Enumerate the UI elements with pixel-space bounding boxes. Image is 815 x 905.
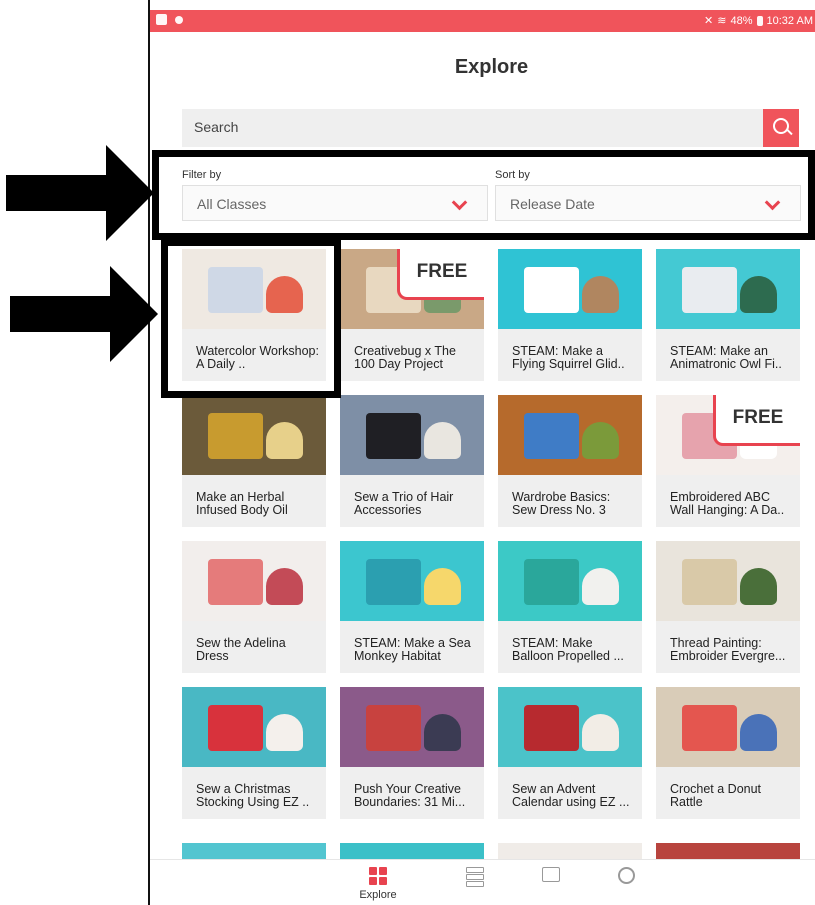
free-badge-label: FREE: [732, 407, 784, 428]
class-title: Thread Painting: Embroider Evergre...: [670, 636, 786, 663]
class-card[interactable]: Make an Herbal Infused Body Oil: [182, 395, 326, 527]
class-thumbnail: [182, 541, 326, 621]
annotation-arrow-icon: [10, 266, 158, 362]
class-thumbnail: [498, 541, 642, 621]
battery-level: 48%: [730, 14, 753, 27]
class-title: Wardrobe Basics: Sew Dress No. 3: [512, 490, 611, 517]
tab-settings[interactable]: [612, 867, 642, 885]
app-notification-icon: [175, 16, 183, 24]
clock: 10:32 AM: [766, 14, 813, 27]
class-card[interactable]: STEAM: Make an Animatronic Owl Fi..: [656, 249, 800, 381]
free-badge-label: FREE: [416, 261, 468, 282]
class-thumbnail: FREE: [340, 249, 484, 329]
class-card[interactable]: FREE Creativebug x The 100 Day Project: [340, 249, 484, 381]
tab-library[interactable]: [460, 867, 490, 887]
tab-explore[interactable]: Explore: [356, 867, 400, 901]
class-card[interactable]: Crochet a Donut Rattle: [656, 687, 800, 819]
class-title: STEAM: Make an Animatronic Owl Fi..: [670, 344, 782, 371]
class-thumbnail: [656, 687, 800, 767]
class-thumbnail: FREE: [656, 395, 800, 475]
bottom-tab-bar: Explore: [150, 859, 815, 905]
gallery-notification-icon: [156, 14, 167, 25]
next-row-peek: [182, 843, 802, 859]
search-bar[interactable]: Search: [182, 109, 799, 147]
class-thumbnail: [498, 687, 642, 767]
class-title: STEAM: Make a Flying Squirrel Glid..: [512, 344, 625, 371]
class-thumbnail: [656, 249, 800, 329]
class-title: Sew a Christmas Stocking Using EZ ..: [196, 782, 310, 809]
class-thumbnail: [182, 395, 326, 475]
class-card[interactable]: Sew an Advent Calendar using EZ ...: [498, 687, 642, 819]
status-bar: ✕ ≋ 48% 10:32 AM: [150, 10, 815, 32]
class-thumbnail: [340, 395, 484, 475]
mute-icon: ✕: [704, 15, 714, 27]
page-title: Explore: [454, 56, 529, 78]
class-card[interactable]: Sew a Christmas Stocking Using EZ ..: [182, 687, 326, 819]
class-title: Crochet a Donut Rattle: [670, 782, 762, 809]
class-thumbnail: [340, 541, 484, 621]
gear-icon: [618, 867, 635, 884]
class-card[interactable]: Thread Painting: Embroider Evergre...: [656, 541, 800, 673]
tab-explore-label: Explore: [359, 889, 397, 901]
library-stack-icon: [466, 867, 484, 887]
class-thumbnail: [498, 395, 642, 475]
tab-certificates[interactable]: [536, 867, 566, 885]
class-card[interactable]: Sew the Adelina Dress: [182, 541, 326, 673]
wifi-icon: ≋: [717, 15, 727, 27]
class-title: STEAM: Make Balloon Propelled ...: [512, 636, 624, 663]
class-card[interactable]: Wardrobe Basics: Sew Dress No. 3: [498, 395, 642, 527]
free-badge: FREE: [397, 249, 484, 300]
search-icon: [773, 118, 789, 134]
class-thumbnail: [182, 687, 326, 767]
free-badge: FREE: [713, 395, 800, 446]
tablet-screen: ✕ ≋ 48% 10:32 AM Explore Search Filter b…: [148, 0, 815, 905]
class-card[interactable]: Push Your Creative Boundaries: 31 Mi...: [340, 687, 484, 819]
class-title: Push Your Creative Boundaries: 31 Mi...: [354, 782, 466, 809]
class-title: STEAM: Make a Sea Monkey Habitat: [354, 636, 471, 663]
explore-grid-icon: [369, 867, 387, 885]
class-card[interactable]: FREE Embroidered ABC Wall Hanging: A Da..: [656, 395, 800, 527]
class-title: Sew a Trio of Hair Accessories: [354, 490, 454, 517]
class-thumbnail: [656, 541, 800, 621]
class-card[interactable]: STEAM: Make Balloon Propelled ...: [498, 541, 642, 673]
class-title: Sew an Advent Calendar using EZ ...: [512, 782, 630, 809]
class-thumbnail: [498, 249, 642, 329]
class-card[interactable]: STEAM: Make a Flying Squirrel Glid..: [498, 249, 642, 381]
class-title: Creativebug x The 100 Day Project: [354, 344, 456, 371]
class-title: Sew the Adelina Dress: [196, 636, 286, 663]
class-title: Make an Herbal Infused Body Oil: [196, 490, 288, 517]
class-card[interactable]: STEAM: Make a Sea Monkey Habitat: [340, 541, 484, 673]
annotation-arrow-icon: [6, 145, 154, 241]
class-card[interactable]: Sew a Trio of Hair Accessories: [340, 395, 484, 527]
class-thumbnail: [340, 687, 484, 767]
annotation-box-filters: [152, 150, 815, 240]
certificate-icon: [542, 867, 560, 882]
battery-icon: [756, 15, 763, 26]
search-input[interactable]: Search: [194, 119, 238, 135]
search-button[interactable]: [763, 109, 799, 147]
class-title: Embroidered ABC Wall Hanging: A Da..: [670, 490, 785, 517]
annotation-box-first-card: [161, 239, 341, 398]
